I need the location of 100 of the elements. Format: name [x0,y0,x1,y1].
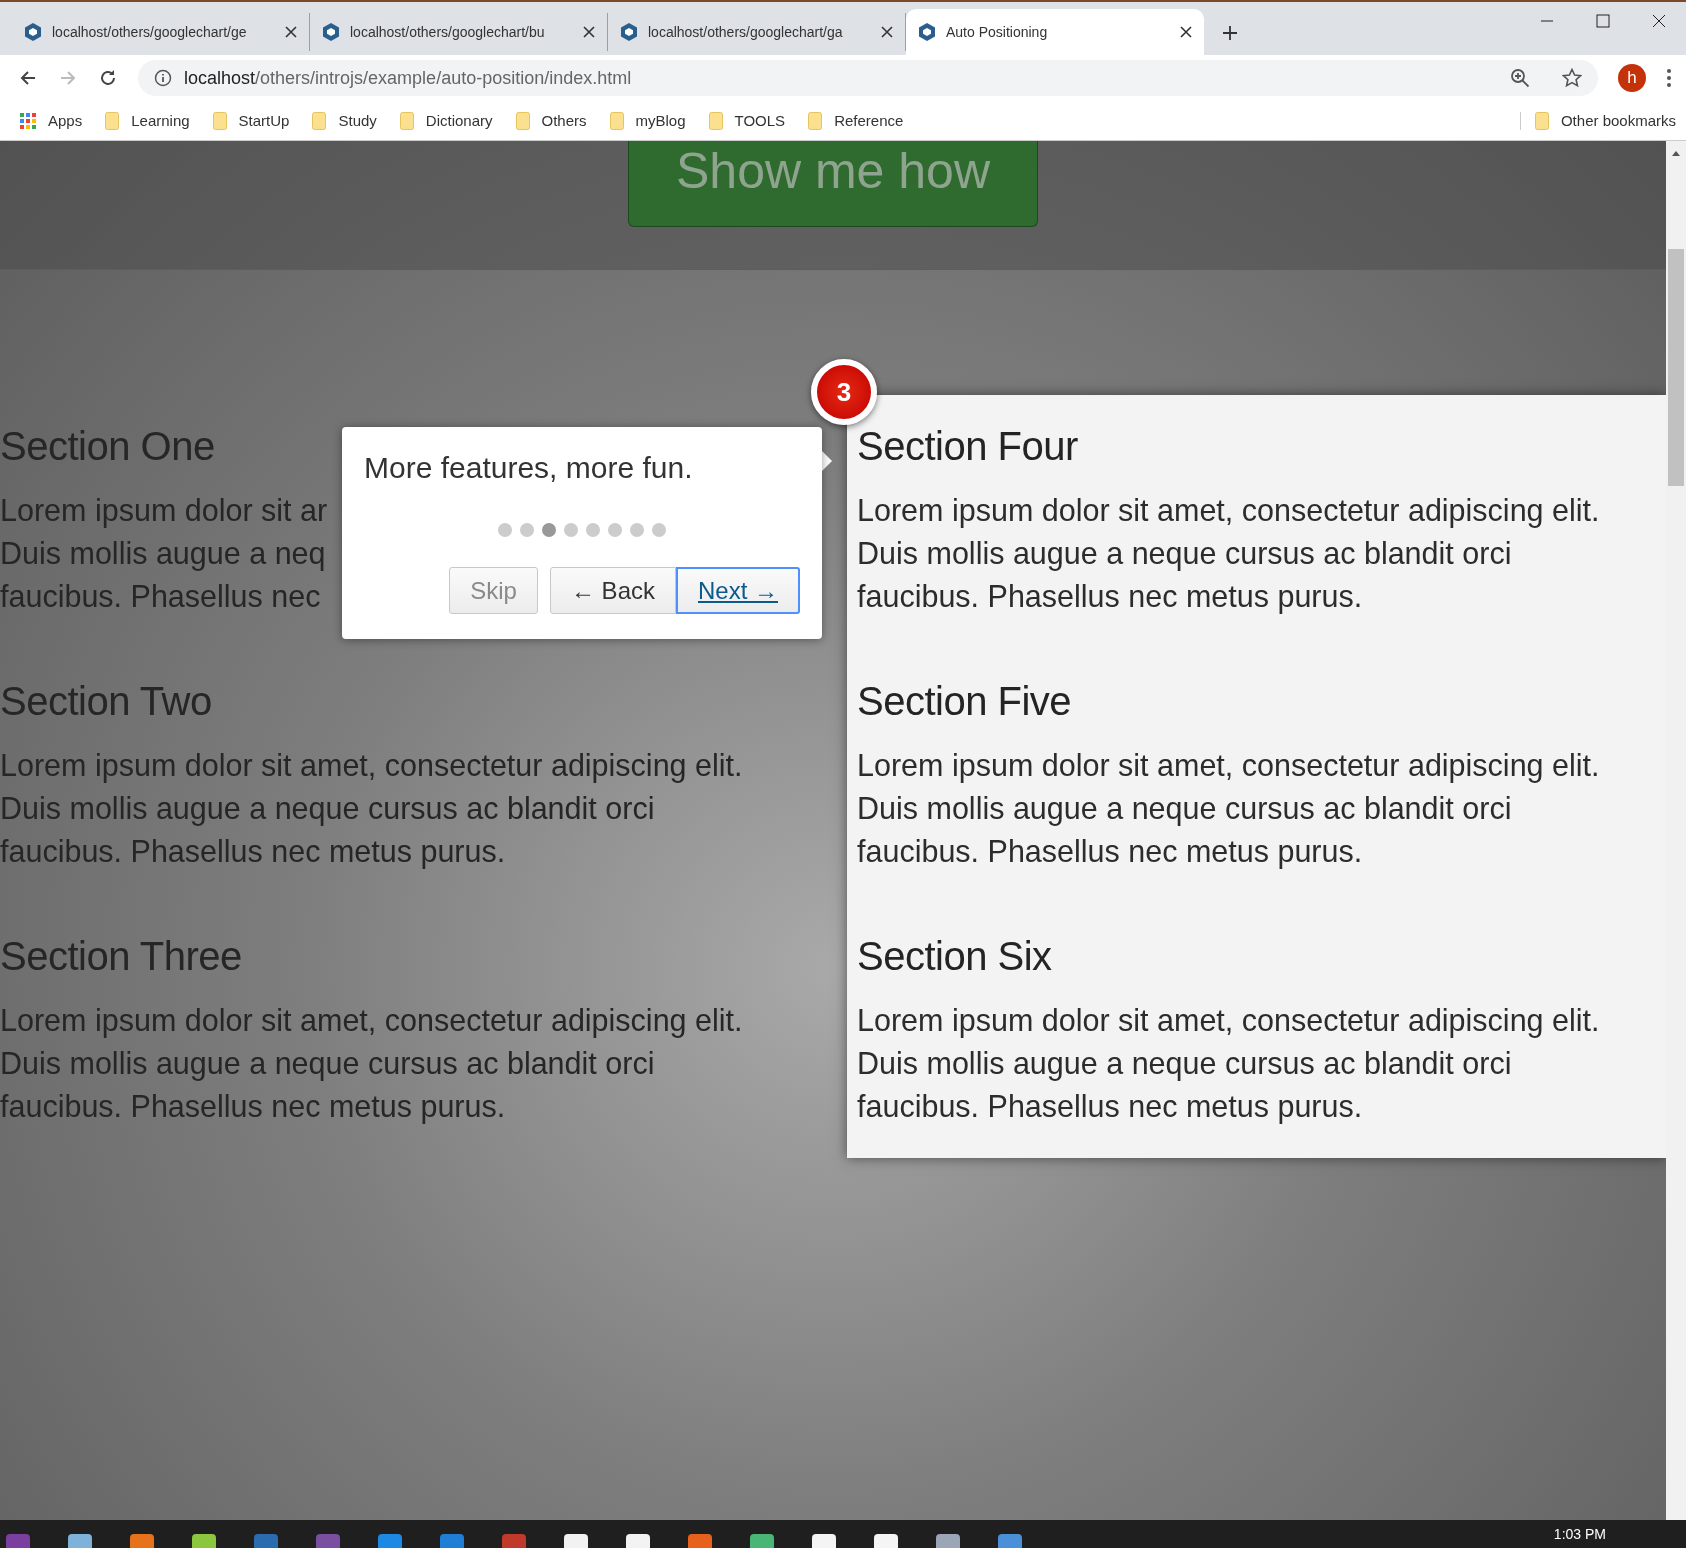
bookmark-item[interactable]: Study [312,111,377,130]
taskbar-app-icon[interactable] [440,1534,464,1548]
folder-icon [105,111,120,130]
paragraph-line: Lorem ipsum dolor sit amet, consectetur adipiscing elit. [0,1002,743,1040]
apps-grid-icon [20,112,36,129]
bookmark-item[interactable]: Dictionary [399,111,493,130]
paragraph-line: Lorem ipsum dolor sit amet, consectetur adipiscing elit. [857,747,1600,785]
section-heading: Section Four [857,423,1078,469]
profile-avatar[interactable]: h [1618,64,1646,92]
paragraph-line: Duis mollis augue a neque cursus ac blandit orci [857,790,1512,828]
paragraph-line: Duis mollis augue a neque cursus ac blandit orci [0,790,655,828]
scroll-thumb[interactable] [1668,249,1684,486]
tooltip-text: More features, more fun. [364,451,694,485]
browser-tab[interactable]: localhost/others/googlechart/ga [608,13,906,51]
hexagon-icon [620,22,638,42]
close-icon[interactable] [285,26,297,38]
paragraph-line: Duis mollis augue a neque cursus ac blandit orci [857,1045,1512,1083]
taskbar-app-icon[interactable] [998,1534,1022,1548]
taskbar-app-icon[interactable] [378,1534,402,1548]
folder-icon [1534,111,1549,130]
hexagon-icon [322,22,340,42]
browser-tab[interactable]: localhost/others/googlechart/ge [12,13,310,51]
star-icon[interactable] [1562,68,1582,88]
taskbar-app-icon[interactable] [68,1534,92,1548]
folder-icon [515,111,530,130]
menu-icon[interactable] [1666,68,1672,88]
close-icon[interactable] [1652,14,1666,28]
taskbar-app-icon[interactable] [874,1534,898,1548]
paragraph-line: faucibus. Phasellus nec [0,578,321,615]
taskbar-app-icon[interactable] [192,1534,216,1548]
zoom-icon[interactable] [1510,68,1530,88]
section-heading: Section Two [0,678,212,724]
hexagon-icon [918,22,936,42]
paragraph-line: Lorem ipsum dolor sit amet, consectetur adipiscing elit. [0,747,743,785]
hexagon-icon [24,22,42,42]
folder-icon [609,111,624,130]
taskbar-app-icon[interactable] [502,1534,526,1548]
scroll-up-icon[interactable] [1671,149,1681,157]
back-button[interactable]: ← Back [549,567,676,614]
clock-text: 1:03 PM [1553,1526,1606,1542]
paragraph-line: faucibus. Phasellus nec metus purus. [857,833,1363,871]
browser-tab[interactable]: localhost/others/googlechart/bu [310,13,608,51]
taskbar-app-icon[interactable] [6,1534,30,1548]
taskbar-app-icon[interactable] [688,1534,712,1548]
section-heading: Section Five [857,678,1072,724]
folder-icon [708,111,723,130]
step-number-badge: 3 [811,359,877,425]
address-bar[interactable]: localhost/others/introjs/example/auto-position/index.html [138,60,1598,96]
folder-icon [212,111,227,130]
step-dot[interactable] [630,523,644,537]
folder-icon [808,111,823,130]
close-icon[interactable] [583,26,595,38]
paragraph-line: faucibus. Phasellus nec metus purus. [0,1088,506,1126]
step-dot[interactable] [520,523,534,537]
bookmark-item[interactable]: Apps [20,112,83,129]
paragraph-line: Lorem ipsum dolor sit ar [0,492,328,530]
step-dot[interactable] [564,523,578,537]
paragraph-line: Duis mollis augue a neque cursus ac blandit orci [857,535,1512,573]
taskbar-app-icon[interactable] [254,1534,278,1548]
taskbar-app-icon[interactable] [812,1534,836,1548]
bookmark-item[interactable]: Other bookmarks [1519,111,1676,130]
paragraph-line: Duis mollis augue a neque cursus ac blandit orci [0,1045,655,1083]
paragraph-line: faucibus. Phasellus nec metus purus. [0,833,506,871]
paragraph-line: faucibus. Phasellus nec metus purus. [857,578,1363,616]
taskbar-app-icon[interactable] [936,1534,960,1548]
new-tab-icon[interactable] [1222,25,1238,41]
step-dot[interactable] [542,523,556,537]
folder-icon [312,111,327,130]
reload-icon[interactable] [98,68,118,88]
paragraph-line: Lorem ipsum dolor sit amet, consectetur adipiscing elit. [857,1002,1600,1040]
step-dot[interactable] [586,523,600,537]
bookmark-item[interactable]: Learning [105,111,190,130]
taskbar-app-icon[interactable] [626,1534,650,1548]
paragraph-line: Duis mollis augue a neq [0,535,326,573]
close-icon[interactable] [881,26,893,38]
section-heading: Section One [0,423,215,469]
step-dot[interactable] [608,523,622,537]
bookmark-item[interactable]: Reference [808,111,904,130]
taskbar-app-icon[interactable] [130,1534,154,1548]
paragraph-line: faucibus. Phasellus nec metus purus. [857,1088,1363,1126]
folder-icon [399,111,414,130]
section-heading: Section Six [857,933,1052,979]
bookmark-item[interactable]: Others [515,111,587,130]
scrollbar[interactable] [1666,141,1686,1520]
browser-tab[interactable]: Auto Positioning [906,9,1204,55]
step-dot[interactable] [652,523,666,537]
taskbar-app-icon[interactable] [750,1534,774,1548]
taskbar-app-icon[interactable] [316,1534,340,1548]
paragraph-line: Lorem ipsum dolor sit amet, consectetur adipiscing elit. [857,492,1600,530]
next-button[interactable]: Next → [676,567,800,614]
section-heading: Section Three [0,933,242,979]
info-icon[interactable] [154,69,172,87]
bookmark-item[interactable]: myBlog [609,111,686,130]
taskbar-app-icon[interactable] [564,1534,588,1548]
bookmark-item[interactable]: TOOLS [708,111,786,130]
url-text: localhost/others/introjs/example/auto-position/index.html [184,67,633,89]
bookmark-item[interactable]: StartUp [212,111,290,130]
step-dot[interactable] [498,523,512,537]
maximize-icon[interactable] [1596,14,1610,28]
close-icon[interactable] [1180,26,1192,38]
